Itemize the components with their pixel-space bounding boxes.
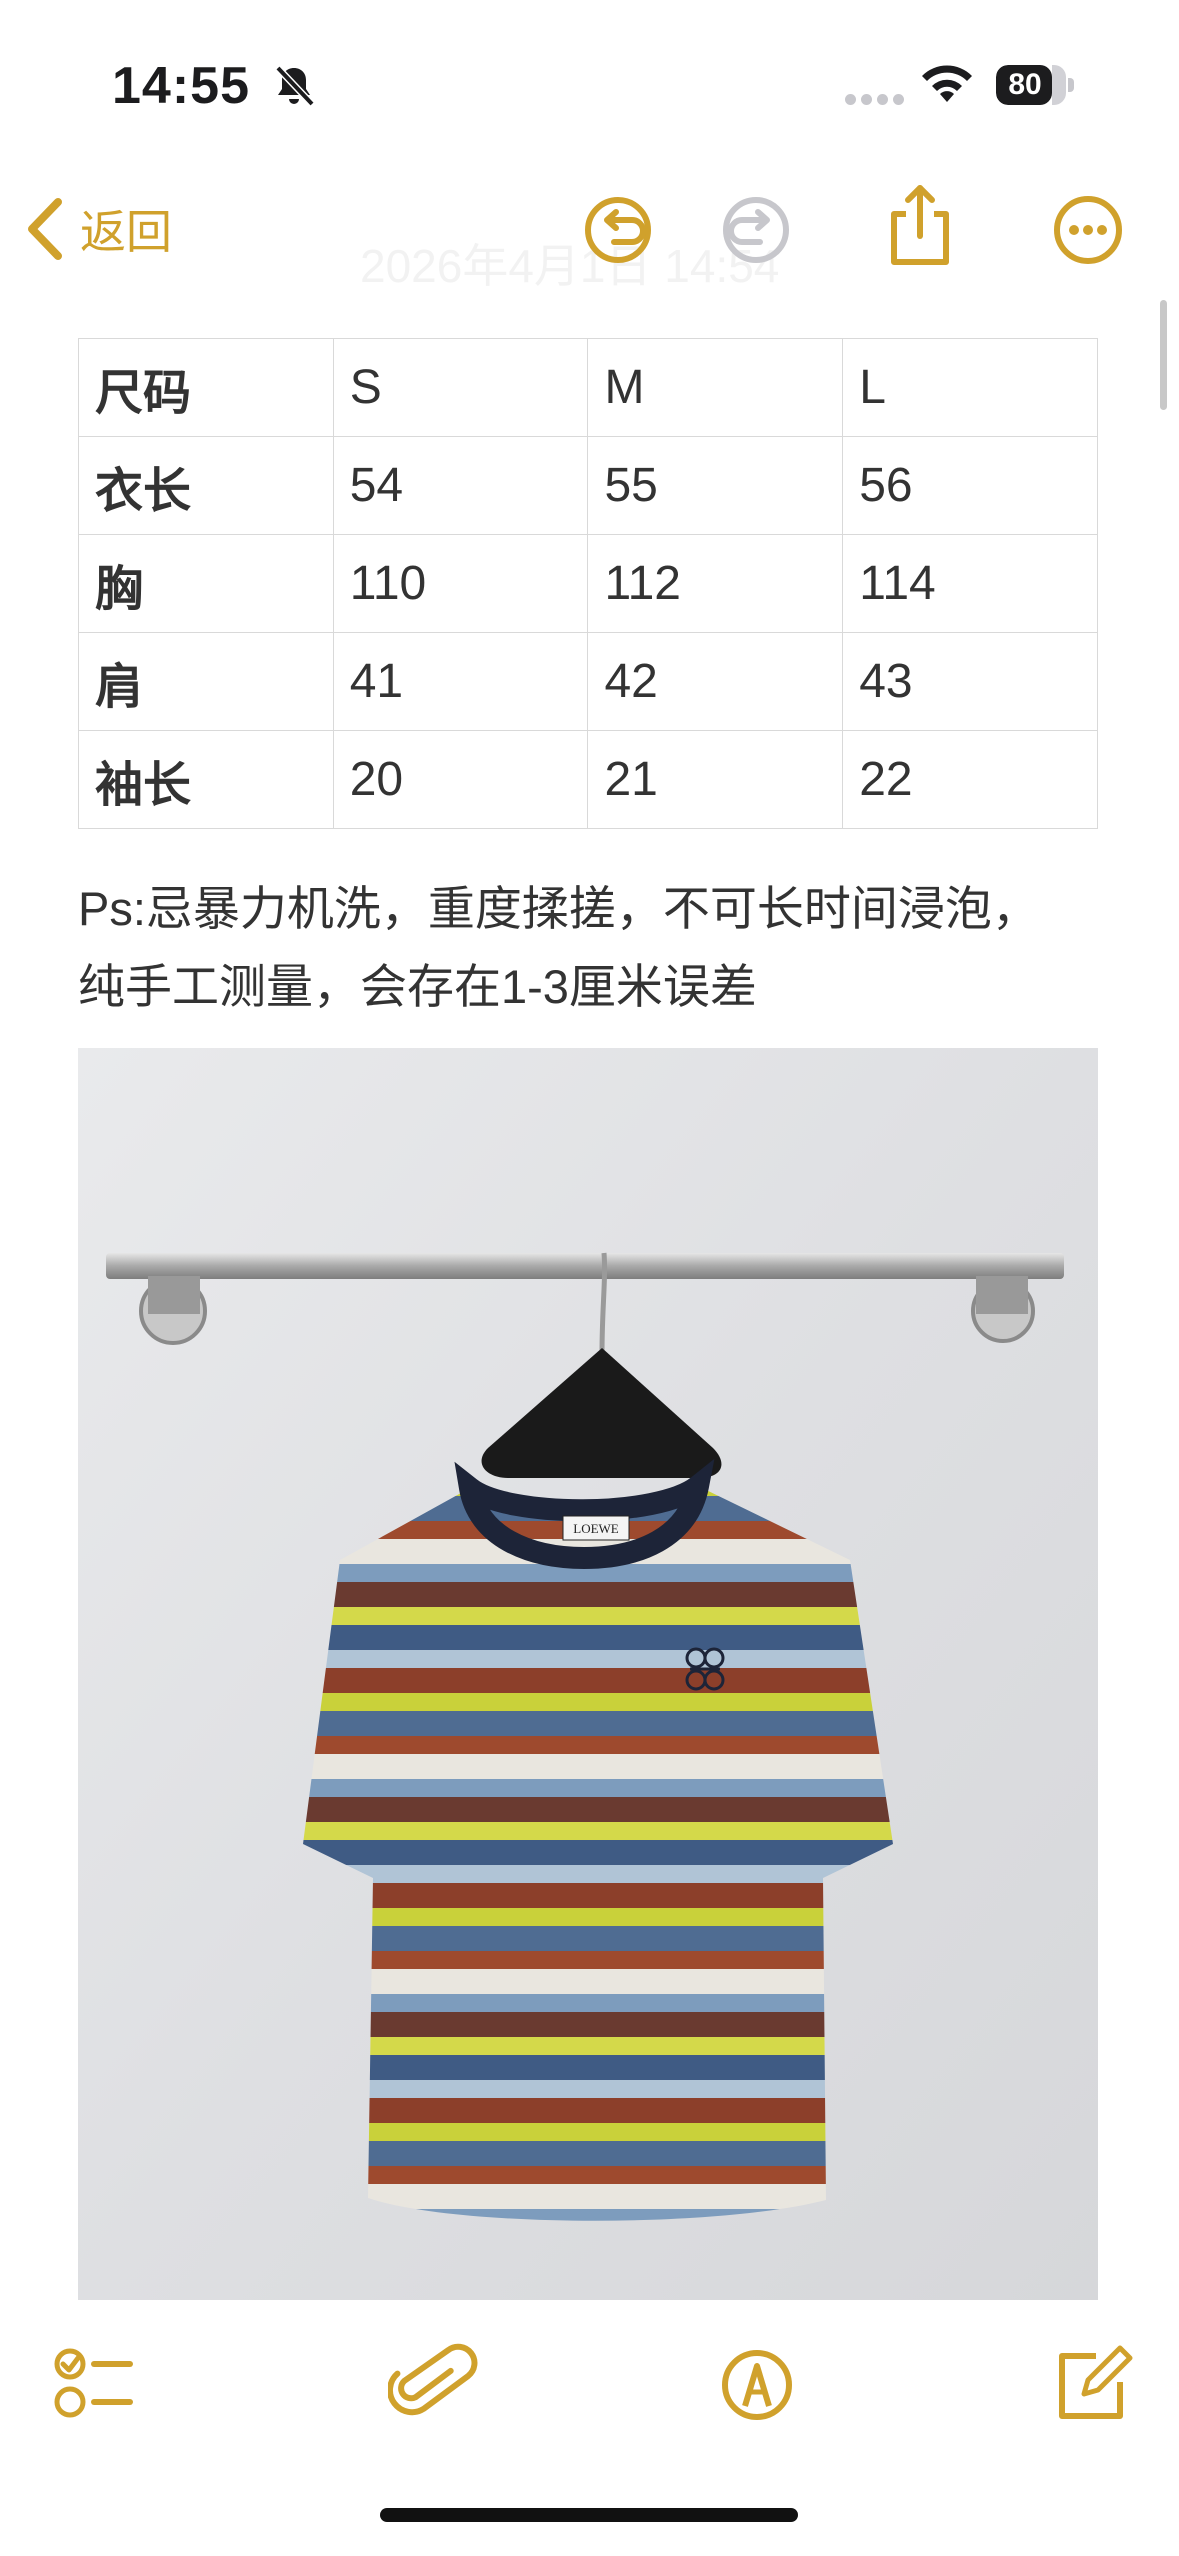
table-cell: S [332,338,589,437]
product-photo[interactable]: LOEWE [78,1048,1098,2300]
row-header-cell: 袖长 [78,730,334,829]
markup-icon[interactable] [712,2340,802,2430]
care-note-line-2: 纯手工测量，会存在1-3厘米误差 [78,960,757,1013]
table-cell: 112 [587,534,844,633]
more-icon[interactable] [1048,190,1128,270]
signal-dots-icon [845,92,909,110]
size-table: 尺码 S M L 衣长 54 55 56 胸 110 112 114 肩 41 42 43 袖长 20 21 22 [78,338,1098,829]
table-cell: L [842,338,1098,437]
table-cell: 110 [332,534,589,633]
battery-level: 80 [1008,68,1042,101]
table-cell: 43 [842,632,1098,731]
care-note: Ps:忌暴力机洗，重度揉搓，不可长时间浸泡， 纯手工测量，会存在1-3厘米误差 [78,870,1118,1026]
battery-empty [1052,65,1066,105]
table-cell: 56 [842,436,1098,535]
share-icon[interactable] [880,180,960,270]
status-bar: 14:55 80 [0,0,1179,160]
striped-tshirt [303,1486,893,2221]
compose-icon[interactable] [1046,2340,1136,2430]
table-row: 尺码 S M L [78,338,1098,437]
back-label: 返回 [80,206,172,258]
row-header-cell: 胸 [78,534,334,633]
row-header-cell: 衣长 [78,436,334,535]
row-header-cell: 肩 [78,632,334,731]
bell-slash-icon [275,65,315,107]
undo-icon[interactable] [578,190,658,270]
redo-icon[interactable] [716,190,796,270]
nav-bar: 2026年4月1日 14:54 返回 [0,170,1179,292]
row-header-cell: 尺码 [78,338,334,437]
brand-label: LOEWE [573,1521,619,1536]
table-row: 衣长 54 55 56 [78,436,1098,535]
paperclip-icon[interactable] [388,2340,478,2430]
scrollbar[interactable] [1160,300,1167,410]
table-row: 肩 41 42 43 [78,632,1098,731]
table-row: 胸 110 112 114 [78,534,1098,633]
status-time: 14:55 [112,57,250,115]
care-note-line-1: Ps:忌暴力机洗，重度揉搓，不可长时间浸泡， [78,882,1039,935]
table-cell: 22 [842,730,1098,829]
table-cell: 114 [842,534,1098,633]
table-cell: 55 [587,436,844,535]
wifi-icon [922,65,972,102]
table-cell: M [587,338,844,437]
checklist-icon[interactable] [48,2340,138,2430]
table-cell: 54 [332,436,589,535]
table-cell: 21 [587,730,844,829]
table-cell: 42 [587,632,844,731]
battery-icon: 80 [996,65,1076,105]
table-cell: 41 [332,632,589,731]
table-cell: 20 [332,730,589,829]
home-indicator[interactable] [380,2508,798,2522]
back-button[interactable]: 返回 [22,194,172,264]
chevron-left-icon [28,198,62,260]
table-row: 袖长 20 21 22 [78,730,1098,829]
